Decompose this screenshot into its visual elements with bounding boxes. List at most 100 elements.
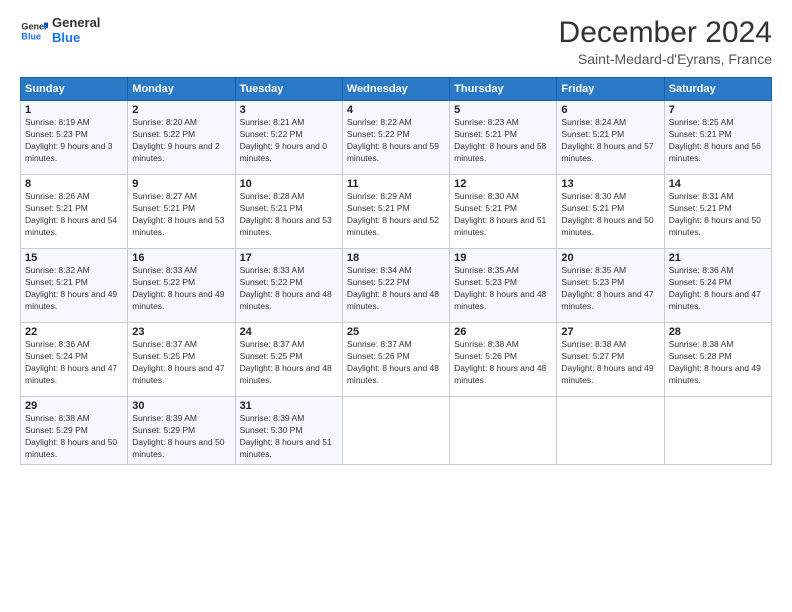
calendar-cell: 27Sunrise: 8:38 AM Sunset: 5:27 PM Dayli… [557, 323, 664, 397]
day-info: Sunrise: 8:24 AM Sunset: 5:21 PM Dayligh… [561, 117, 659, 165]
logo-text-blue: Blue [52, 31, 100, 46]
calendar-cell: 6Sunrise: 8:24 AM Sunset: 5:21 PM Daylig… [557, 101, 664, 175]
day-number: 19 [454, 252, 552, 264]
calendar-cell: 9Sunrise: 8:27 AM Sunset: 5:21 PM Daylig… [128, 175, 235, 249]
calendar-cell: 11Sunrise: 8:29 AM Sunset: 5:21 PM Dayli… [342, 175, 449, 249]
calendar-cell: 29Sunrise: 8:38 AM Sunset: 5:29 PM Dayli… [21, 397, 128, 465]
calendar-cell: 13Sunrise: 8:30 AM Sunset: 5:21 PM Dayli… [557, 175, 664, 249]
day-number: 8 [25, 178, 123, 190]
calendar-cell [664, 397, 771, 465]
weekday-header-tuesday: Tuesday [235, 78, 342, 101]
day-info: Sunrise: 8:30 AM Sunset: 5:21 PM Dayligh… [454, 191, 552, 239]
calendar-cell: 7Sunrise: 8:25 AM Sunset: 5:21 PM Daylig… [664, 101, 771, 175]
day-number: 20 [561, 252, 659, 264]
day-number: 15 [25, 252, 123, 264]
day-info: Sunrise: 8:22 AM Sunset: 5:22 PM Dayligh… [347, 117, 445, 165]
day-info: Sunrise: 8:19 AM Sunset: 5:23 PM Dayligh… [25, 117, 123, 165]
day-number: 2 [132, 104, 230, 116]
calendar-cell: 19Sunrise: 8:35 AM Sunset: 5:23 PM Dayli… [450, 249, 557, 323]
day-number: 14 [669, 178, 767, 190]
day-number: 29 [25, 400, 123, 412]
weekday-header-wednesday: Wednesday [342, 78, 449, 101]
calendar-cell: 25Sunrise: 8:37 AM Sunset: 5:26 PM Dayli… [342, 323, 449, 397]
day-number: 26 [454, 326, 552, 338]
day-number: 12 [454, 178, 552, 190]
day-number: 25 [347, 326, 445, 338]
logo-icon: General Blue [20, 17, 48, 45]
day-info: Sunrise: 8:28 AM Sunset: 5:21 PM Dayligh… [240, 191, 338, 239]
day-info: Sunrise: 8:21 AM Sunset: 5:22 PM Dayligh… [240, 117, 338, 165]
day-info: Sunrise: 8:36 AM Sunset: 5:24 PM Dayligh… [669, 265, 767, 313]
day-info: Sunrise: 8:30 AM Sunset: 5:21 PM Dayligh… [561, 191, 659, 239]
day-number: 9 [132, 178, 230, 190]
calendar-cell: 8Sunrise: 8:26 AM Sunset: 5:21 PM Daylig… [21, 175, 128, 249]
day-info: Sunrise: 8:23 AM Sunset: 5:21 PM Dayligh… [454, 117, 552, 165]
day-number: 17 [240, 252, 338, 264]
day-info: Sunrise: 8:27 AM Sunset: 5:21 PM Dayligh… [132, 191, 230, 239]
day-info: Sunrise: 8:25 AM Sunset: 5:21 PM Dayligh… [669, 117, 767, 165]
day-info: Sunrise: 8:38 AM Sunset: 5:29 PM Dayligh… [25, 413, 123, 461]
calendar-cell [342, 397, 449, 465]
logo-text-general: General [52, 16, 100, 31]
day-info: Sunrise: 8:37 AM Sunset: 5:25 PM Dayligh… [240, 339, 338, 387]
day-info: Sunrise: 8:29 AM Sunset: 5:21 PM Dayligh… [347, 191, 445, 239]
day-info: Sunrise: 8:38 AM Sunset: 5:28 PM Dayligh… [669, 339, 767, 387]
day-info: Sunrise: 8:32 AM Sunset: 5:21 PM Dayligh… [25, 265, 123, 313]
calendar-cell: 5Sunrise: 8:23 AM Sunset: 5:21 PM Daylig… [450, 101, 557, 175]
calendar-cell: 26Sunrise: 8:38 AM Sunset: 5:26 PM Dayli… [450, 323, 557, 397]
day-number: 21 [669, 252, 767, 264]
calendar-cell: 22Sunrise: 8:36 AM Sunset: 5:24 PM Dayli… [21, 323, 128, 397]
day-number: 28 [669, 326, 767, 338]
day-number: 23 [132, 326, 230, 338]
day-number: 5 [454, 104, 552, 116]
calendar-cell: 28Sunrise: 8:38 AM Sunset: 5:28 PM Dayli… [664, 323, 771, 397]
day-number: 1 [25, 104, 123, 116]
svg-text:Blue: Blue [21, 31, 41, 41]
day-number: 13 [561, 178, 659, 190]
calendar-cell: 20Sunrise: 8:35 AM Sunset: 5:23 PM Dayli… [557, 249, 664, 323]
day-info: Sunrise: 8:33 AM Sunset: 5:22 PM Dayligh… [240, 265, 338, 313]
day-info: Sunrise: 8:38 AM Sunset: 5:26 PM Dayligh… [454, 339, 552, 387]
day-number: 24 [240, 326, 338, 338]
calendar-cell: 16Sunrise: 8:33 AM Sunset: 5:22 PM Dayli… [128, 249, 235, 323]
day-info: Sunrise: 8:37 AM Sunset: 5:26 PM Dayligh… [347, 339, 445, 387]
calendar-cell: 14Sunrise: 8:31 AM Sunset: 5:21 PM Dayli… [664, 175, 771, 249]
day-info: Sunrise: 8:35 AM Sunset: 5:23 PM Dayligh… [561, 265, 659, 313]
location-title: Saint-Medard-d'Eyrans, France [559, 51, 772, 67]
weekday-header-sunday: Sunday [21, 78, 128, 101]
weekday-header-monday: Monday [128, 78, 235, 101]
weekday-header-friday: Friday [557, 78, 664, 101]
calendar-cell: 21Sunrise: 8:36 AM Sunset: 5:24 PM Dayli… [664, 249, 771, 323]
calendar-cell: 24Sunrise: 8:37 AM Sunset: 5:25 PM Dayli… [235, 323, 342, 397]
day-info: Sunrise: 8:20 AM Sunset: 5:22 PM Dayligh… [132, 117, 230, 165]
day-info: Sunrise: 8:33 AM Sunset: 5:22 PM Dayligh… [132, 265, 230, 313]
header: General Blue General Blue December 2024 … [20, 16, 772, 67]
calendar-cell: 23Sunrise: 8:37 AM Sunset: 5:25 PM Dayli… [128, 323, 235, 397]
day-number: 27 [561, 326, 659, 338]
day-info: Sunrise: 8:35 AM Sunset: 5:23 PM Dayligh… [454, 265, 552, 313]
day-number: 16 [132, 252, 230, 264]
day-number: 31 [240, 400, 338, 412]
calendar-cell: 17Sunrise: 8:33 AM Sunset: 5:22 PM Dayli… [235, 249, 342, 323]
weekday-header-thursday: Thursday [450, 78, 557, 101]
calendar-page: General Blue General Blue December 2024 … [0, 0, 792, 612]
day-info: Sunrise: 8:39 AM Sunset: 5:30 PM Dayligh… [240, 413, 338, 461]
title-block: December 2024 Saint-Medard-d'Eyrans, Fra… [559, 16, 772, 67]
day-info: Sunrise: 8:34 AM Sunset: 5:22 PM Dayligh… [347, 265, 445, 313]
day-number: 3 [240, 104, 338, 116]
day-number: 30 [132, 400, 230, 412]
weekday-header-saturday: Saturday [664, 78, 771, 101]
calendar-cell [557, 397, 664, 465]
calendar-cell [450, 397, 557, 465]
day-number: 18 [347, 252, 445, 264]
calendar-cell: 15Sunrise: 8:32 AM Sunset: 5:21 PM Dayli… [21, 249, 128, 323]
calendar-table: SundayMondayTuesdayWednesdayThursdayFrid… [20, 77, 772, 465]
calendar-cell: 30Sunrise: 8:39 AM Sunset: 5:29 PM Dayli… [128, 397, 235, 465]
day-info: Sunrise: 8:39 AM Sunset: 5:29 PM Dayligh… [132, 413, 230, 461]
logo: General Blue General Blue [20, 16, 100, 46]
day-number: 10 [240, 178, 338, 190]
day-info: Sunrise: 8:37 AM Sunset: 5:25 PM Dayligh… [132, 339, 230, 387]
day-info: Sunrise: 8:36 AM Sunset: 5:24 PM Dayligh… [25, 339, 123, 387]
day-number: 22 [25, 326, 123, 338]
calendar-cell: 31Sunrise: 8:39 AM Sunset: 5:30 PM Dayli… [235, 397, 342, 465]
